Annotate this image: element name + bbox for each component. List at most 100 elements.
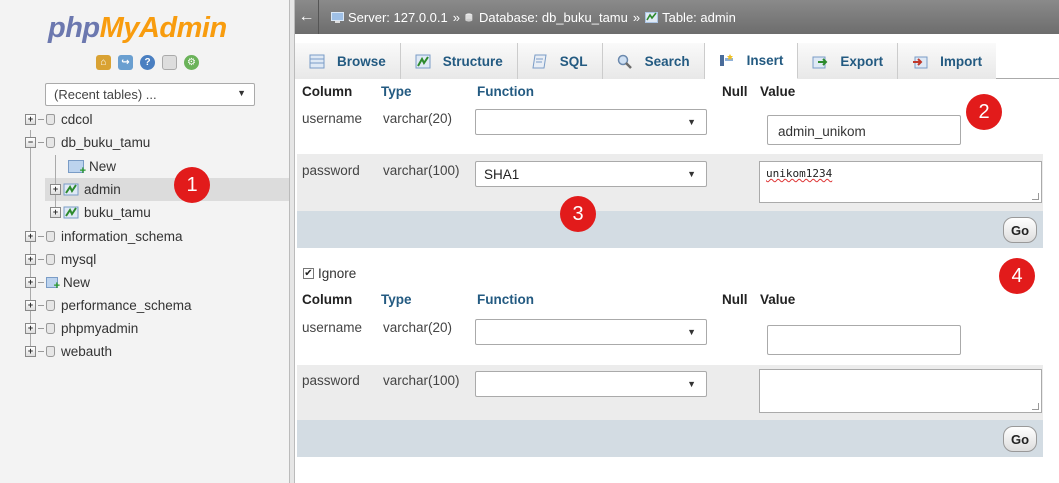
- tree-item-webauth[interactable]: + webauth: [25, 340, 112, 362]
- tree-connector: [38, 118, 44, 120]
- tree-connector: [38, 327, 44, 329]
- database-icon: [46, 345, 55, 357]
- tree-item-label: buku_tamu: [84, 204, 151, 220]
- form2-footer: [297, 420, 1043, 457]
- expand-icon[interactable]: +: [25, 230, 36, 242]
- tree-item-information-schema[interactable]: + information_schema: [25, 225, 183, 247]
- expand-icon[interactable]: +: [25, 299, 36, 311]
- tree-item-buku-tamu[interactable]: + buku_tamu: [50, 201, 151, 223]
- chevron-down-icon: ▼: [687, 169, 696, 179]
- expand-icon[interactable]: +: [25, 322, 36, 334]
- logo-php: php: [48, 12, 100, 44]
- tree-item-new-table[interactable]: New: [68, 155, 116, 177]
- tree-connector: [38, 350, 44, 352]
- database-icon: [465, 12, 473, 22]
- table-icon: [63, 206, 79, 218]
- form1-username-function-select[interactable]: ▼: [475, 109, 707, 135]
- annotation-badge-4: 4: [999, 258, 1035, 294]
- insert-icon: [719, 54, 733, 66]
- expand-icon[interactable]: +: [25, 276, 36, 288]
- tree-connector: [38, 235, 44, 237]
- home-icon[interactable]: ⌂: [96, 55, 111, 70]
- collapse-icon[interactable]: −: [25, 136, 36, 148]
- tree-connector: [38, 141, 44, 143]
- expand-icon[interactable]: +: [50, 183, 61, 195]
- form1-username-type: varchar(20): [383, 111, 453, 126]
- form2-username-function-select[interactable]: ▼: [475, 319, 707, 345]
- settings-icon[interactable]: ⚙: [184, 55, 199, 70]
- expand-icon[interactable]: +: [25, 345, 36, 357]
- tree-connector: [38, 304, 44, 306]
- tree-item-admin[interactable]: + admin: [50, 178, 121, 200]
- form2-username-column: username: [302, 320, 363, 335]
- form1-password-function-select[interactable]: SHA1 ▼: [475, 161, 707, 187]
- recent-tables-select[interactable]: (Recent tables) ... ▼: [45, 83, 255, 106]
- expand-icon[interactable]: +: [25, 253, 36, 265]
- breadcrumb-separator: »: [452, 9, 460, 25]
- annotation-badge-1: 1: [174, 167, 210, 203]
- database-icon: [46, 113, 55, 125]
- database-icon: [46, 230, 55, 242]
- form1-username-column: username: [302, 111, 363, 126]
- tree-item-db-buku-tamu[interactable]: − db_buku_tamu: [25, 131, 150, 153]
- tab-sql[interactable]: SQL: [517, 43, 603, 79]
- tree-item-performance-schema[interactable]: + performance_schema: [25, 294, 192, 316]
- tab-label: Insert: [746, 53, 784, 68]
- form1-password-type: varchar(100): [383, 163, 460, 178]
- navigation-panel: phpMyAdmin ⌂ ↪ ? ⚙ (Recent tables) ... ▼…: [0, 0, 290, 483]
- tab-import[interactable]: Import: [898, 43, 997, 79]
- tab-browse[interactable]: Browse: [295, 43, 401, 79]
- header-column: Column: [302, 84, 353, 99]
- recent-tables-value: (Recent tables) ...: [54, 87, 157, 102]
- header-function: Function: [477, 292, 534, 307]
- form1-go-button[interactable]: Go: [1003, 217, 1037, 243]
- tree-connector: [38, 281, 44, 283]
- textarea-value: unikom1234: [766, 167, 833, 180]
- tree-item-label: New: [63, 274, 91, 290]
- form2-password-value-textarea[interactable]: [759, 369, 1042, 413]
- expand-icon[interactable]: +: [25, 113, 36, 125]
- tab-insert[interactable]: Insert: [704, 43, 799, 79]
- logout-icon[interactable]: ↪: [118, 55, 133, 70]
- resize-handle[interactable]: [1032, 193, 1039, 200]
- tab-label: SQL: [559, 53, 588, 69]
- new-database-icon: [46, 276, 60, 292]
- header-value: Value: [760, 292, 796, 307]
- breadcrumb-server[interactable]: Server: 127.0.0.1: [348, 10, 448, 25]
- chevron-down-icon: ▼: [237, 88, 246, 98]
- ignore-checkbox[interactable]: ✔: [303, 268, 314, 279]
- tab-label: Search: [644, 53, 690, 69]
- form1-password-value-textarea[interactable]: unikom1234: [759, 161, 1042, 203]
- form2-username-value-input[interactable]: [767, 325, 961, 355]
- help-icon[interactable]: ?: [140, 55, 155, 70]
- nav-toolbar: ⌂ ↪ ? ⚙: [96, 55, 199, 70]
- ignore-option[interactable]: ✔ Ignore: [303, 266, 356, 281]
- server-icon: [331, 11, 344, 23]
- tree-item-cdcol[interactable]: + cdcol: [25, 108, 93, 130]
- tree-item-mysql[interactable]: + mysql: [25, 248, 96, 270]
- breadcrumb-table[interactable]: Table: admin: [662, 10, 736, 25]
- docs-icon[interactable]: [162, 55, 177, 70]
- sql-icon: [532, 54, 547, 68]
- database-icon: [46, 253, 55, 265]
- collapse-nav-icon[interactable]: ←: [295, 0, 319, 34]
- tab-label: Structure: [442, 53, 503, 69]
- tab-search[interactable]: Search: [602, 43, 705, 79]
- phpmyadmin-logo[interactable]: phpMyAdmin: [48, 12, 227, 45]
- form2-go-button[interactable]: Go: [1003, 426, 1037, 452]
- form2-password-type: varchar(100): [383, 373, 460, 388]
- breadcrumb-separator: »: [632, 9, 641, 25]
- tab-structure[interactable]: Structure: [400, 43, 518, 79]
- form1-username-value-input[interactable]: admin_unikom: [767, 115, 961, 145]
- form2-password-function-select[interactable]: ▼: [475, 371, 707, 397]
- resize-handle[interactable]: [1032, 403, 1039, 410]
- tab-export[interactable]: Export: [798, 43, 899, 79]
- search-icon: [617, 54, 632, 69]
- expand-icon[interactable]: +: [50, 206, 61, 218]
- table-icon: [63, 183, 79, 195]
- tree-item-label: performance_schema: [61, 297, 192, 313]
- export-icon: [812, 56, 828, 68]
- tree-item-new-database[interactable]: + New: [25, 271, 90, 293]
- breadcrumb-database[interactable]: Database: db_buku_tamu: [479, 10, 628, 25]
- tree-item-phpmyadmin[interactable]: + phpmyadmin: [25, 317, 138, 339]
